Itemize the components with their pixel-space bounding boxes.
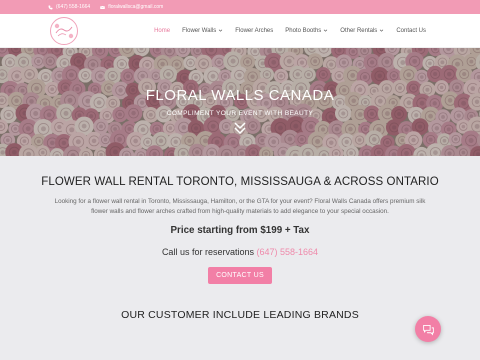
nav-contact-us[interactable]: Contact Us [390,28,432,34]
site-header: Home Flower Walls Flower Arches Photo Bo… [0,14,480,48]
hero-banner: FLORAL WALLS CANADA COMPLIMENT YOUR EVEN… [0,48,480,156]
email-icon [100,5,106,9]
price-text: Price starting from $199 + Tax [170,225,310,236]
nav-flower-arches[interactable]: Flower Arches [229,28,279,34]
nav-flower-arches-label: Flower Arches [235,27,274,34]
topbar-phone[interactable]: (647) 558-1664 [48,4,90,10]
chat-icon [422,324,434,335]
topbar-email[interactable]: floralwallsca@gmail.com [100,4,163,10]
main-nav: Home Flower Walls Flower Arches Photo Bo… [148,28,432,34]
site-logo[interactable] [50,16,78,45]
chevron-down-icon [380,29,384,32]
phone-icon [48,5,53,9]
nav-home[interactable]: Home [148,28,176,34]
section-heading: FLOWER WALL RENTAL TORONTO, MISSISSAUGA … [41,176,439,188]
hero-title: FLORAL WALLS CANADA [145,87,335,104]
contact-us-button[interactable]: CONTACT US [208,267,272,284]
chat-button[interactable] [415,316,441,342]
call-line: Call us for reservations (647) 558-1664 [0,247,480,257]
logo-mark [54,23,74,38]
nav-flower-walls-label: Flower Walls [182,27,217,34]
chevron-down-icon [324,29,328,32]
chevron-down-icon [219,29,223,32]
nav-contact-us-label: Contact Us [396,27,426,34]
nav-photo-booths[interactable]: Photo Booths [279,28,334,34]
call-prefix: Call us for reservations [161,247,254,257]
brands-heading: OUR CUSTOMER INCLUDE LEADING BRANDS [121,309,359,321]
nav-flower-walls[interactable]: Flower Walls [176,28,229,34]
nav-other-rentals-label: Other Rentals [340,27,378,34]
nav-photo-booths-label: Photo Booths [285,27,322,34]
call-phone-link[interactable]: (647) 558-1664 [257,247,319,257]
topbar-phone-text: (647) 558-1664 [56,4,91,10]
scroll-down-icon[interactable] [232,121,248,135]
intro-paragraph: Looking for a flower wall rental in Toro… [54,198,426,215]
top-contact-bar: (647) 558-1664 floralwallsca@gmail.com [0,0,480,14]
nav-home-label: Home [154,27,171,34]
hero-subtitle: COMPLIMENT YOUR EVENT WITH BEAUTY [166,110,314,117]
nav-other-rentals[interactable]: Other Rentals [334,28,390,34]
main-content: FLOWER WALL RENTAL TORONTO, MISSISSAUGA … [0,156,480,360]
topbar-email-text: floralwallsca@gmail.com [108,4,164,10]
